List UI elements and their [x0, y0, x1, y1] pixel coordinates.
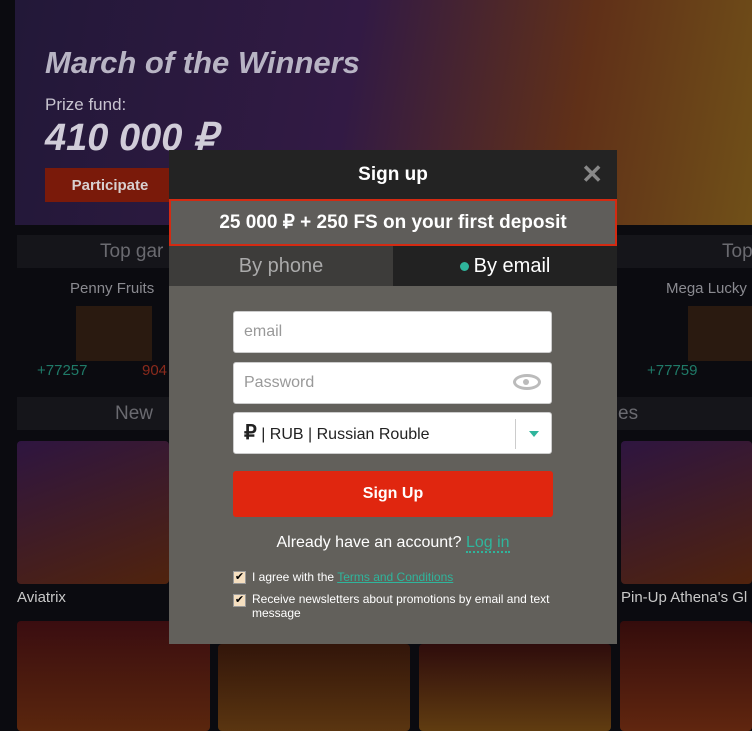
- tab-by-phone[interactable]: By phone: [169, 246, 393, 286]
- tile-label: Aviatrix: [17, 589, 66, 606]
- email-input[interactable]: email: [233, 311, 552, 353]
- game-tile[interactable]: [218, 644, 410, 731]
- agree-text: I agree with the: [252, 570, 335, 584]
- tile-label: Pin-Up Athena's Gl: [621, 589, 748, 606]
- sign-up-button[interactable]: Sign Up: [233, 471, 553, 517]
- signup-modal: Sign up ✕ 25 000 ₽ + 250 FS on your firs…: [169, 150, 617, 644]
- have-account-text: Already have an account?: [276, 534, 462, 551]
- section-right[interactable]: es: [617, 397, 752, 430]
- banner-title: March of the Winners: [45, 45, 360, 80]
- agree-checkbox[interactable]: ✔: [233, 571, 246, 584]
- game-tile[interactable]: [620, 621, 752, 731]
- section-top-games[interactable]: Top gar: [17, 235, 169, 268]
- game-loss: 904: [142, 362, 168, 379]
- tab-label: By email: [473, 255, 551, 277]
- agree-label: I agree with the Terms and Conditions: [252, 570, 562, 584]
- close-icon[interactable]: ✕: [581, 150, 603, 199]
- game-thumbnail[interactable]: [76, 306, 152, 361]
- game-name: Mega Lucky: [666, 280, 747, 297]
- game-win: +77759: [647, 362, 698, 379]
- game-name: Penny Fruits: [70, 280, 155, 297]
- game-tile-athena[interactable]: [621, 441, 752, 584]
- active-dot-icon: [459, 262, 469, 272]
- password-placeholder: Password: [244, 374, 315, 391]
- game-tile[interactable]: [419, 644, 611, 731]
- game-tile-aviatrix[interactable]: [17, 441, 169, 584]
- game-thumbnail[interactable]: [688, 306, 752, 361]
- password-input[interactable]: Password: [233, 362, 552, 404]
- game-win: +77257: [37, 362, 88, 379]
- rouble-icon: ₽: [244, 422, 257, 444]
- terms-link[interactable]: Terms and Conditions: [337, 570, 453, 584]
- currency-value: | RUB | Russian Rouble: [261, 426, 430, 443]
- chevron-down-icon[interactable]: [515, 419, 551, 449]
- modal-header: Sign up ✕: [169, 150, 617, 199]
- modal-title: Sign up: [358, 164, 428, 185]
- newsletter-checkbox[interactable]: ✔: [233, 594, 246, 607]
- tab-by-email[interactable]: By email: [393, 246, 617, 286]
- participate-button[interactable]: Participate: [45, 168, 175, 202]
- section-top-right[interactable]: Top: [617, 235, 752, 268]
- login-prompt: Already have an account? Log in: [169, 534, 617, 553]
- signup-tabs: By phone By email: [169, 246, 617, 286]
- newsletter-label: Receive newsletters about promotions by …: [252, 592, 550, 620]
- currency-select[interactable]: ₽ | RUB | Russian Rouble: [233, 412, 552, 454]
- prize-label: Prize fund:: [45, 95, 127, 114]
- promo-text: 25 000 ₽ + 250 FS on your first deposit: [169, 199, 617, 246]
- section-new[interactable]: New: [17, 397, 169, 430]
- login-link[interactable]: Log in: [465, 534, 510, 553]
- eye-icon[interactable]: [513, 374, 541, 390]
